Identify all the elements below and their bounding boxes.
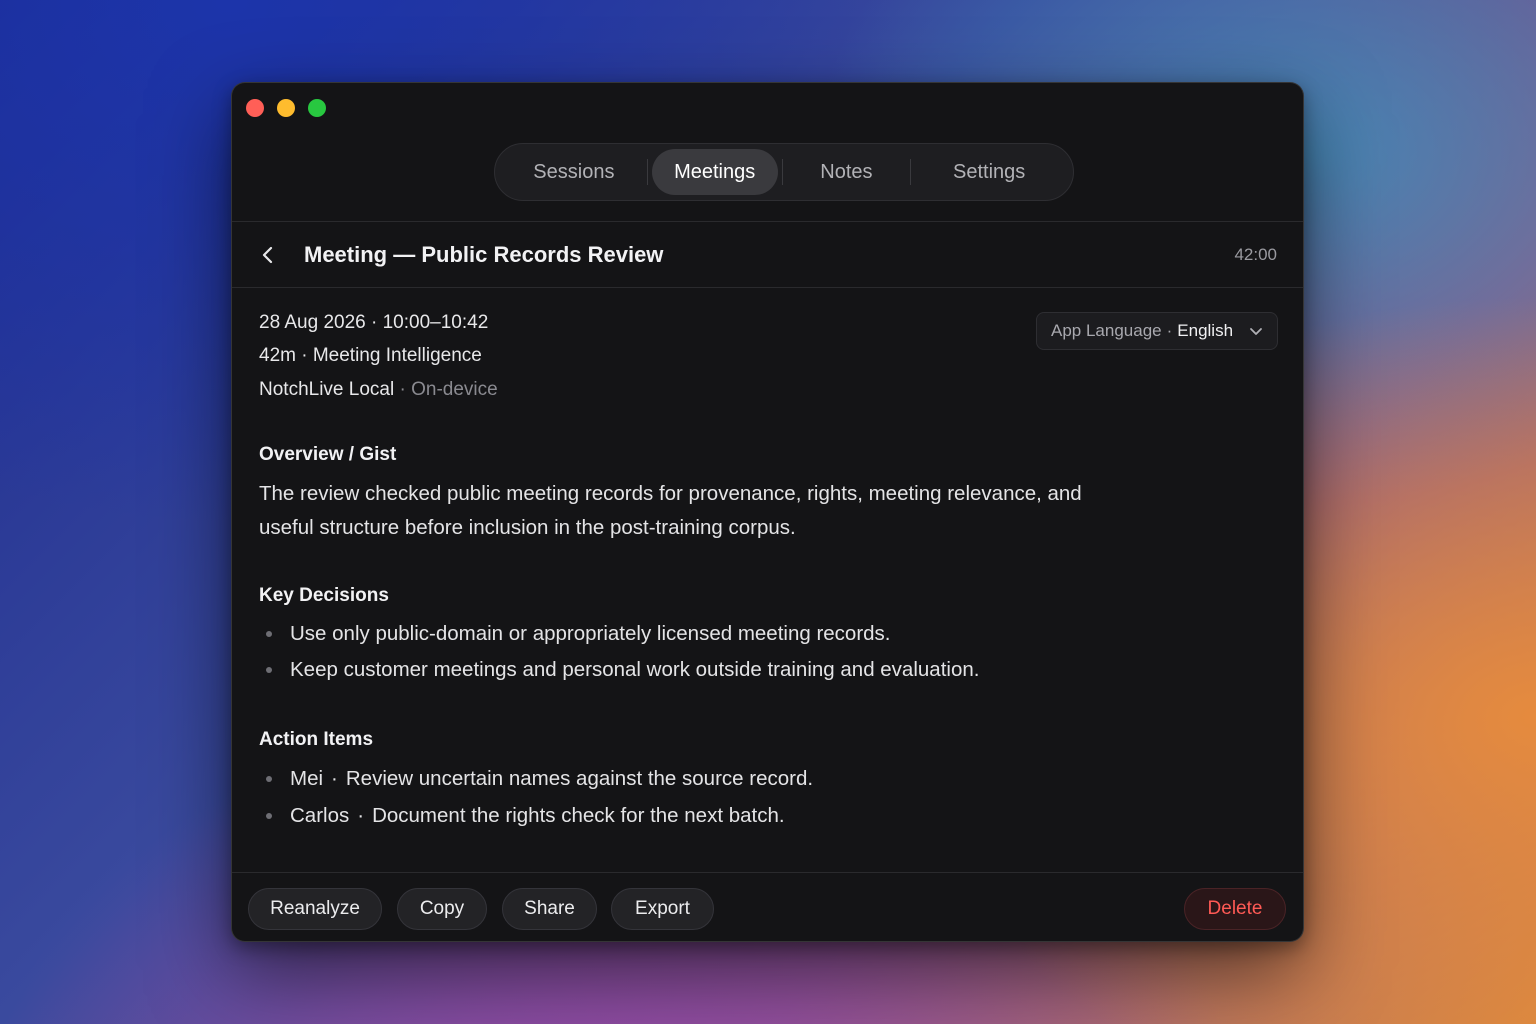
zoom-window-button[interactable] [308,99,326,117]
overview-line-1: The review checked public meeting record… [259,482,1082,505]
page-title: Meeting — Public Records Review [304,242,664,267]
language-select-value: English [1177,321,1234,340]
divider [232,221,1303,222]
divider [232,287,1303,288]
share-button[interactable]: Share [502,888,597,930]
window-controls [246,99,326,117]
tab-bar: Sessions Meetings Notes Settings [494,143,1074,201]
chevron-down-icon [1249,326,1263,336]
tab-meetings[interactable]: Meetings [651,149,778,195]
action-item: Carlos · Document the rights check for t… [259,804,785,828]
app-language-select[interactable]: App Language · English [1036,312,1278,350]
delete-button[interactable]: Delete [1184,888,1286,930]
meeting-datetime: 28 Aug 2026 · 10:00–10:42 [259,312,489,333]
minimize-window-button[interactable] [277,99,295,117]
action-task: Document the rights check for the next b… [372,804,785,827]
decision-text: Use only public-domain or appropriately … [290,622,891,645]
engine-separator: · [394,379,412,400]
chevron-left-icon [262,246,273,264]
engine-mode: On-device [411,379,498,400]
action-items-heading: Action Items [259,729,374,750]
action-task: Review uncertain names against the sourc… [345,767,814,790]
action-owner: Carlos [290,804,350,827]
bullet-dot [266,813,272,819]
back-button[interactable] [256,241,280,269]
copy-button[interactable]: Copy [397,888,487,930]
meeting-length-type: 42m · Meeting Intelligence [259,345,482,366]
tab-settings[interactable]: Settings [911,149,1067,195]
language-select-separator: · [1166,321,1173,340]
reanalyze-button[interactable]: Reanalyze [248,888,382,930]
decision-item: Use only public-domain or appropriately … [259,622,891,646]
action-owner: Mei [290,767,324,790]
decision-item: Keep customer meetings and personal work… [259,658,979,682]
key-decisions-heading: Key Decisions [259,585,389,606]
bullet-dot [266,631,272,637]
footer-divider [232,872,1303,873]
engine-name: NotchLive Local [259,379,395,400]
meeting-engine: NotchLive Local · On-device [259,379,498,401]
language-select-label: App Language [1051,321,1162,340]
bullet-dot [266,776,272,782]
meeting-duration: 42:00 [1234,245,1277,264]
action-item: Mei · Review uncertain names against the… [259,767,813,791]
action-separator: · [357,804,365,827]
tab-divider [646,159,648,185]
app-window: Sessions Meetings Notes Settings Meeting… [231,82,1304,942]
bullet-dot [266,667,272,673]
tab-notes[interactable]: Notes [783,149,911,195]
overview-heading: Overview / Gist [259,444,397,465]
action-separator: · [331,767,338,790]
overview-line-2: useful structure before inclusion in the… [259,516,796,539]
close-window-button[interactable] [246,99,264,117]
tab-sessions[interactable]: Sessions [501,149,647,195]
decision-text: Keep customer meetings and personal work… [290,658,980,681]
export-button[interactable]: Export [611,888,714,930]
